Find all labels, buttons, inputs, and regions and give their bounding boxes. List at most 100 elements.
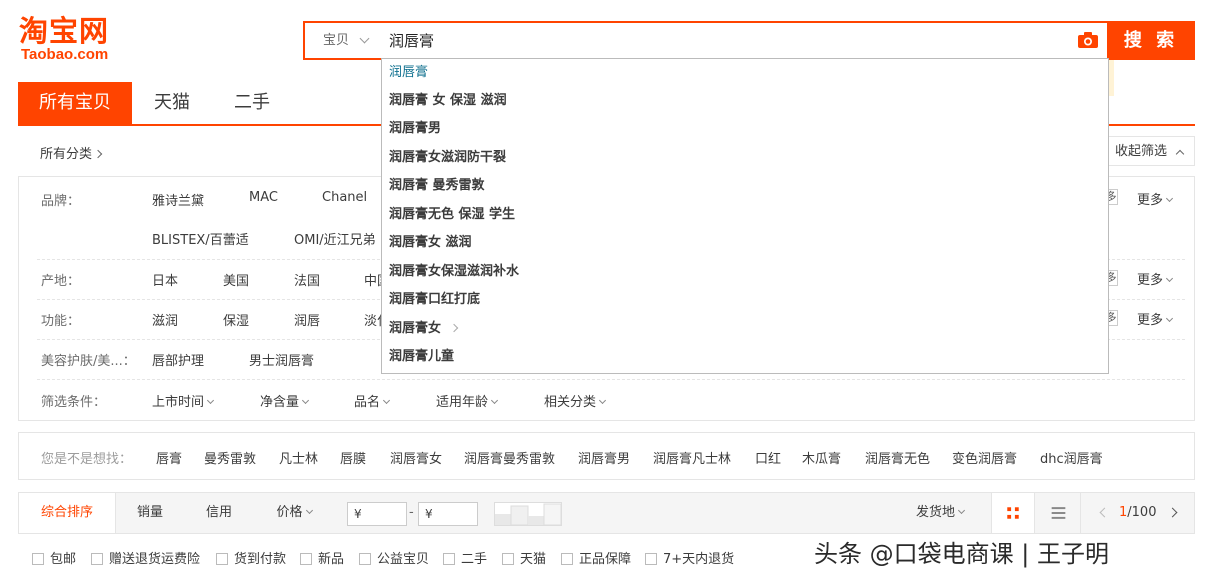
tab-all-items[interactable]: 所有宝贝 <box>18 82 132 124</box>
condition-dropdown[interactable]: 品名 <box>354 391 391 410</box>
related-item[interactable]: 唇膜 <box>340 448 366 467</box>
brand-option[interactable]: MAC <box>249 190 278 205</box>
condition-dropdown[interactable]: 上市时间 <box>152 391 215 410</box>
brand-option[interactable]: BLISTEX/百蕾适 <box>152 229 249 248</box>
checkbox-box[interactable] <box>561 553 573 565</box>
logo-english: Taobao.com <box>21 46 109 63</box>
tab-tmall[interactable]: 天猫 <box>132 82 212 124</box>
checkbox-label: 新品 <box>318 552 345 567</box>
checkbox-box[interactable] <box>300 553 312 565</box>
related-item[interactable]: 润唇膏凡士林 <box>653 448 731 467</box>
pager-text: 1/100 <box>1119 493 1156 533</box>
sort-default[interactable]: 综合排序 <box>19 493 116 533</box>
function-option[interactable]: 滋润 <box>152 310 178 329</box>
brand-option[interactable]: Chanel <box>322 190 367 205</box>
camera-icon[interactable] <box>1077 31 1099 49</box>
search-scope-select[interactable]: 宝贝 <box>305 23 381 58</box>
related-item[interactable]: dhc润唇膏 <box>1040 448 1103 467</box>
related-label: 您是不是想找： <box>41 452 133 467</box>
chevron-up-icon <box>1175 149 1185 159</box>
checkbox-return-insurance[interactable]: 赠送退货运费险 <box>91 548 200 567</box>
origin-option[interactable]: 美国 <box>223 270 249 289</box>
brand-option[interactable]: 雅诗兰黛 <box>152 190 204 209</box>
related-searches: 您是不是想找： 唇膏 曼秀雷敦 凡士林 唇膜 润唇膏女 润唇膏曼秀雷敦 润唇膏男… <box>18 432 1195 480</box>
sort-price[interactable]: 价格 <box>259 493 329 533</box>
chevron-left-icon[interactable] <box>1099 507 1110 518</box>
related-item[interactable]: 变色润唇膏 <box>952 448 1017 467</box>
search-button[interactable]: 搜 索 <box>1107 21 1195 60</box>
related-item[interactable]: 曼秀雷敦 <box>204 448 256 467</box>
sort-credit[interactable]: 信用 <box>184 493 254 533</box>
filter-label-origin: 产地： <box>41 274 81 289</box>
suggestion-item[interactable]: 润唇膏女 滋润 <box>382 229 1108 257</box>
taobao-logo[interactable]: 淘宝网 Taobao.com <box>19 15 137 67</box>
checkbox-free-shipping[interactable]: 包邮 <box>32 548 76 567</box>
suggestion-item[interactable]: 润唇膏 <box>382 59 1108 87</box>
suggestion-item[interactable]: 润唇膏口红打底 <box>382 286 1108 314</box>
condition-dropdown[interactable]: 适用年龄 <box>436 391 499 410</box>
beauty-option[interactable]: 男士润唇膏 <box>249 350 314 369</box>
checkbox-charity[interactable]: 公益宝贝 <box>359 548 429 567</box>
chevron-right-icon[interactable] <box>1167 507 1178 518</box>
related-item[interactable]: 润唇膏男 <box>578 448 630 467</box>
chevron-down-icon <box>957 506 966 515</box>
more-button[interactable]: 更多 <box>1137 309 1174 328</box>
brand-option[interactable]: OMI/近江兄弟 <box>294 229 376 248</box>
checkbox-genuine[interactable]: 正品保障 <box>561 548 631 567</box>
checkbox-box[interactable] <box>216 553 228 565</box>
sort-sales[interactable]: 销量 <box>116 493 184 533</box>
condition-dropdown[interactable]: 相关分类 <box>544 391 607 410</box>
checkbox-box[interactable] <box>443 553 455 565</box>
checkbox-box[interactable] <box>91 553 103 565</box>
breadcrumb[interactable]: 所有分类 <box>40 143 103 162</box>
checkbox-box[interactable] <box>645 553 657 565</box>
suggestion-item[interactable]: 润唇膏儿童 <box>382 343 1108 371</box>
function-option[interactable]: 润唇 <box>294 310 320 329</box>
checkbox-label: 货到付款 <box>234 552 287 567</box>
checkbox-box[interactable] <box>32 553 44 565</box>
suggestion-item[interactable]: 润唇膏女保湿滋润补水 <box>382 258 1108 286</box>
function-option[interactable]: 保湿 <box>223 310 249 329</box>
filter-label-beauty: 美容护肤/美...： <box>41 354 136 369</box>
checkbox-7day-return[interactable]: 7+天内退货 <box>645 548 734 567</box>
checkbox-box[interactable] <box>502 553 514 565</box>
suggestion-item[interactable]: 润唇膏女滋润防干裂 <box>382 144 1108 172</box>
suggestion-item[interactable]: 润唇膏 曼秀雷敦 <box>382 172 1108 200</box>
related-item[interactable]: 唇膏 <box>156 448 182 467</box>
price-range-chart[interactable] <box>494 502 562 526</box>
related-item[interactable]: 木瓜膏 <box>802 448 841 467</box>
condition-dropdown[interactable]: 净含量 <box>260 391 310 410</box>
checkbox-tmall[interactable]: 天猫 <box>502 548 546 567</box>
list-view-icon[interactable] <box>1037 493 1081 533</box>
price-min-input[interactable]: ¥ <box>347 502 407 526</box>
suggestion-item-expandable[interactable]: 润唇膏女 <box>382 315 1108 343</box>
checkbox-box[interactable] <box>359 553 371 565</box>
origin-option[interactable]: 日本 <box>152 270 178 289</box>
suggestion-item[interactable]: 润唇膏男 <box>382 115 1108 143</box>
tab-secondhand[interactable]: 二手 <box>212 82 292 124</box>
price-max-input[interactable]: ¥ <box>418 502 478 526</box>
filter-label-conditions: 筛选条件： <box>41 395 107 410</box>
checkbox-label: 包邮 <box>50 552 77 567</box>
collapse-filter-button[interactable]: 收起筛选 <box>1096 136 1195 166</box>
suggestion-item[interactable]: 润唇膏无色 保湿 学生 <box>382 201 1108 229</box>
more-button[interactable]: 更多 <box>1137 269 1174 288</box>
checkbox-cod[interactable]: 货到付款 <box>216 548 286 567</box>
related-item[interactable]: 润唇膏曼秀雷敦 <box>464 448 555 467</box>
search-input[interactable] <box>381 23 1071 58</box>
grid-view-icon[interactable] <box>991 493 1035 533</box>
checkbox-new[interactable]: 新品 <box>300 548 344 567</box>
related-item[interactable]: 口红 <box>755 448 781 467</box>
origin-option[interactable]: 法国 <box>294 270 320 289</box>
ship-from-dropdown[interactable]: 发货地 <box>905 493 975 533</box>
suggestion-item[interactable]: 润唇膏 女 保湿 滋润 <box>382 87 1108 115</box>
related-item[interactable]: 润唇膏无色 <box>865 448 930 467</box>
more-button[interactable]: 更多 <box>1137 189 1174 208</box>
related-item[interactable]: 凡士林 <box>279 448 318 467</box>
checkbox-secondhand[interactable]: 二手 <box>443 548 487 567</box>
related-item[interactable]: 润唇膏女 <box>390 448 442 467</box>
checkbox-label: 二手 <box>461 552 488 567</box>
checkbox-label: 赠送退货运费险 <box>109 552 201 567</box>
beauty-option[interactable]: 唇部护理 <box>152 350 204 369</box>
search-box: 宝贝 <box>303 21 1109 60</box>
